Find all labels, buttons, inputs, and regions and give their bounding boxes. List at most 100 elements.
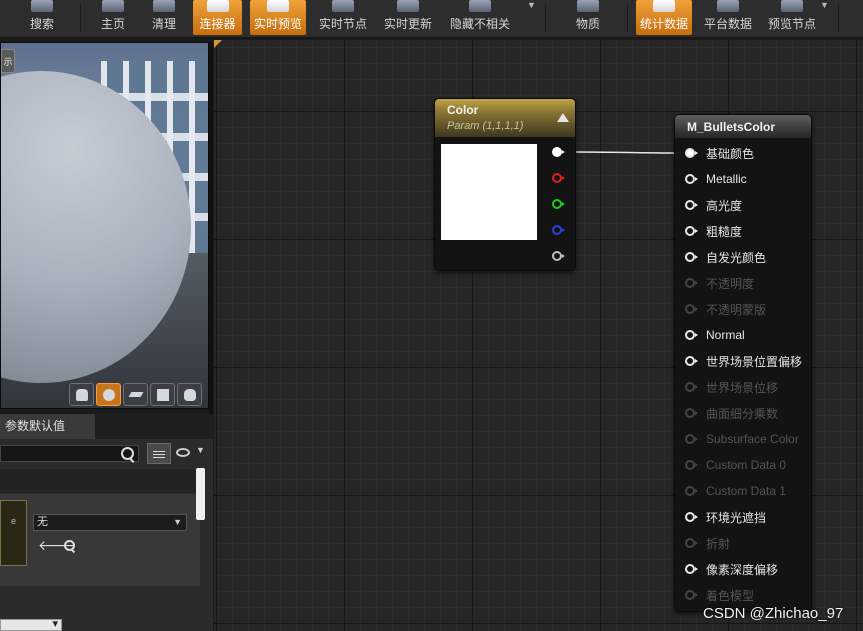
- pin-label: Metallic: [706, 172, 747, 186]
- search-icon: [31, 0, 53, 12]
- pin-label: 自发光颜色: [706, 250, 767, 265]
- details-panel: 参数默认值 ▼ e 无 ▼ 🡐: [0, 414, 213, 631]
- details-scrollbar[interactable]: [196, 468, 205, 520]
- toolbar-live-update-button[interactable]: 实时更新: [381, 0, 435, 35]
- pin-icon: [685, 304, 698, 314]
- pin-icon: [685, 486, 698, 496]
- pin-icon[interactable]: [685, 252, 698, 262]
- pin-icon: [685, 382, 698, 392]
- pin-icon[interactable]: [685, 564, 698, 574]
- toolbar-live-nodes-label: 实时节点: [318, 17, 367, 31]
- input-pin-tessellation-multiplier: 曲面细分乘数: [685, 405, 778, 421]
- tab-strip: [95, 414, 213, 439]
- color-node-header[interactable]: Color Param (1,1,1,1): [435, 99, 575, 137]
- output-pin-g[interactable]: [552, 199, 565, 209]
- input-pin-subsurface-color: Subsurface Color: [685, 431, 799, 447]
- asset-thumbnail[interactable]: e: [0, 500, 27, 566]
- pin-label: 粗糙度: [706, 224, 743, 239]
- input-pin-normal[interactable]: Normal: [685, 327, 745, 343]
- browse-search-icon[interactable]: [64, 540, 75, 551]
- toolbar-separator: [627, 4, 628, 32]
- pin-label: 不透明蒙版: [706, 302, 767, 317]
- output-pin-b[interactable]: [552, 225, 565, 235]
- stats-icon: [653, 0, 675, 12]
- pin-label: Subsurface Color: [706, 432, 799, 446]
- pin-icon: [685, 434, 698, 444]
- live-preview-icon: [267, 0, 289, 12]
- plane-preview-button[interactable]: [123, 383, 148, 406]
- input-pin-ambient-occlusion[interactable]: 环境光遮挡: [685, 509, 766, 525]
- cube-icon: [156, 388, 169, 401]
- output-pin-a[interactable]: [552, 251, 565, 261]
- live-update-icon: [397, 0, 419, 12]
- pin-icon[interactable]: [685, 174, 698, 184]
- pin-connected-icon[interactable]: [685, 148, 698, 158]
- toolbar-search-label: 搜索: [29, 17, 54, 31]
- details-search-input[interactable]: [0, 445, 139, 462]
- input-pin-metallic[interactable]: Metallic: [685, 171, 747, 187]
- toolbar-clean-button[interactable]: 清理: [146, 0, 182, 35]
- cylinder-preview-button[interactable]: [69, 383, 94, 406]
- view-options-dropdown-icon[interactable]: ▼: [196, 445, 205, 455]
- toolbar-preview-node-button[interactable]: 预览节点: [764, 0, 820, 35]
- cube-preview-button[interactable]: [150, 383, 175, 406]
- input-pin-opacity: 不透明度: [685, 275, 754, 291]
- toolbar-live-preview-button[interactable]: 实时预览: [250, 0, 306, 35]
- toolbar-home-button[interactable]: 主页: [95, 0, 131, 35]
- toolbar-material-label: 物质: [575, 17, 600, 31]
- collapse-icon[interactable]: [557, 113, 569, 122]
- input-pin-world-displacement: 世界场景位移: [685, 379, 778, 395]
- details-category-header: [0, 469, 200, 493]
- property-matrix-button[interactable]: [147, 443, 171, 464]
- pin-icon[interactable]: [685, 512, 698, 522]
- pin-icon: [685, 460, 698, 470]
- toolbar-material-button[interactable]: 物质: [570, 0, 606, 35]
- bottom-dropdown[interactable]: [0, 617, 62, 631]
- preview-node-dropdown-icon[interactable]: ▼: [820, 0, 829, 10]
- toolbar-platform-stats-button[interactable]: 平台数据: [701, 0, 755, 35]
- toolbar-platform-stats-label: 平台数据: [703, 17, 752, 31]
- toolbar-stats-button[interactable]: 统计数据: [636, 0, 692, 35]
- toolbar-connector-button[interactable]: 连接器: [193, 0, 242, 35]
- asset-picker-combo[interactable]: 无 ▼: [33, 514, 187, 531]
- preview-node-icon: [781, 0, 803, 12]
- input-pin-emissive[interactable]: 自发光颜色: [685, 249, 766, 265]
- pin-icon[interactable]: [685, 330, 698, 340]
- custom-mesh-preview-button[interactable]: [177, 383, 202, 406]
- viewport-corner-tab[interactable]: 示: [1, 49, 15, 73]
- toolbar-stats-label: 统计数据: [639, 17, 688, 31]
- pin-icon[interactable]: [685, 356, 698, 366]
- material-result-node[interactable]: M_BulletsColor 基础颜色 Metallic 高光度 粗糙度 自发光…: [674, 114, 812, 612]
- material-graph-canvas[interactable]: Color Param (1,1,1,1) M_BulletsColor 基础颜…: [214, 40, 863, 631]
- toolbar-separator: [80, 4, 81, 32]
- pin-label: 像素深度偏移: [706, 562, 779, 577]
- toolbar-separator: [838, 4, 839, 32]
- input-pin-specular[interactable]: 高光度: [685, 197, 742, 213]
- tab-parameter-defaults[interactable]: 参数默认值: [0, 414, 95, 439]
- pin-label: 曲面细分乘数: [706, 406, 779, 421]
- home-icon: [102, 0, 124, 12]
- sphere-preview-button[interactable]: [96, 383, 121, 406]
- property-row: [0, 494, 200, 586]
- preview-viewport[interactable]: 示: [0, 42, 209, 409]
- input-pin-world-position-offset[interactable]: 世界场景位置偏移: [685, 353, 802, 369]
- toolbar-hide-unrelated-button[interactable]: 隐藏不相关: [447, 0, 513, 35]
- input-pin-pixel-depth-offset[interactable]: 像素深度偏移: [685, 561, 778, 577]
- pin-label: 着色模型: [706, 588, 755, 603]
- pin-label: Custom Data 0: [706, 458, 787, 472]
- input-pin-roughness[interactable]: 粗糙度: [685, 223, 742, 239]
- pin-label: 世界场景位移: [706, 380, 779, 395]
- output-pin-rgba[interactable]: [552, 147, 565, 157]
- output-pin-r[interactable]: [552, 173, 565, 183]
- pin-icon[interactable]: [685, 226, 698, 236]
- pin-icon: [685, 590, 698, 600]
- toolbar-live-nodes-button[interactable]: 实时节点: [316, 0, 370, 35]
- color-parameter-node[interactable]: Color Param (1,1,1,1): [434, 98, 576, 271]
- hide-unrelated-dropdown-icon[interactable]: ▼: [527, 0, 536, 10]
- toolbar-search-button[interactable]: 搜索: [23, 0, 61, 35]
- material-node-header[interactable]: M_BulletsColor: [675, 115, 811, 138]
- input-pin-base-color[interactable]: 基础颜色: [685, 145, 754, 161]
- asset-thumbnail-label: e: [10, 516, 16, 526]
- pin-icon[interactable]: [685, 200, 698, 210]
- eye-icon[interactable]: [176, 448, 190, 457]
